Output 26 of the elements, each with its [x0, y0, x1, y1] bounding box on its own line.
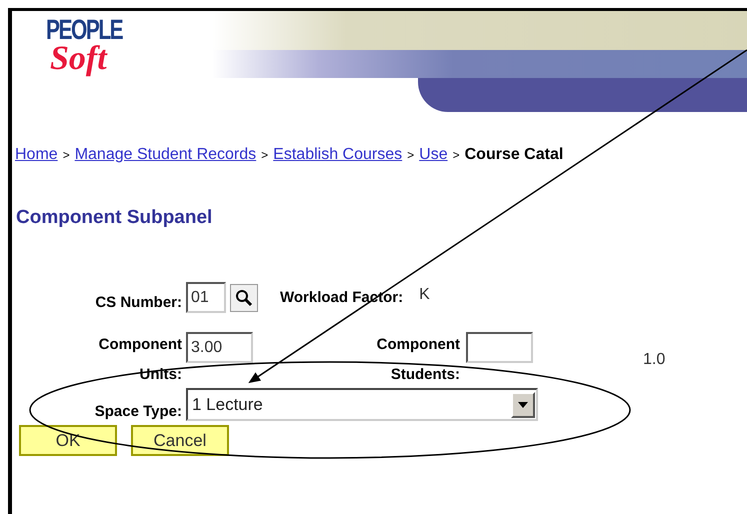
- breadcrumb-separator: >: [452, 147, 460, 164]
- form-button[interactable]: OK: [19, 425, 117, 456]
- breadcrumb-link[interactable]: Use: [419, 144, 448, 166]
- peoplesoft-logo: PEOPLE Soft: [46, 15, 124, 79]
- workload-factor-value: K: [419, 284, 430, 304]
- ratio-value: 1.0: [643, 350, 666, 370]
- space-type-select[interactable]: 1 Lecture: [186, 388, 538, 421]
- lookup-button[interactable]: [230, 284, 258, 312]
- search-icon: [235, 288, 253, 306]
- field-label: Component: [376, 336, 460, 354]
- breadcrumb-link[interactable]: Home: [15, 144, 58, 166]
- breadcrumb-separator: >: [62, 147, 70, 164]
- field-label: Space Type:: [94, 403, 182, 421]
- component-units-field[interactable]: 3.00: [186, 332, 253, 363]
- field-label: CS Number:: [94, 294, 182, 312]
- field-label: Component: [98, 336, 182, 354]
- breadcrumb-separator: >: [407, 147, 414, 164]
- breadcrumb-separator: >: [261, 147, 268, 164]
- cs-number-field[interactable]: 01: [186, 282, 226, 313]
- breadcrumb-link[interactable]: Establish Courses: [273, 144, 402, 166]
- breadcrumb-current: Course Catal: [464, 145, 564, 165]
- component-students-field[interactable]: [466, 332, 533, 363]
- form-button[interactable]: Cancel: [131, 425, 229, 456]
- page-title: Component Subpanel: [15, 206, 214, 230]
- breadcrumb-link[interactable]: Manage Student Records: [74, 144, 256, 166]
- field-label: Students:: [390, 366, 460, 384]
